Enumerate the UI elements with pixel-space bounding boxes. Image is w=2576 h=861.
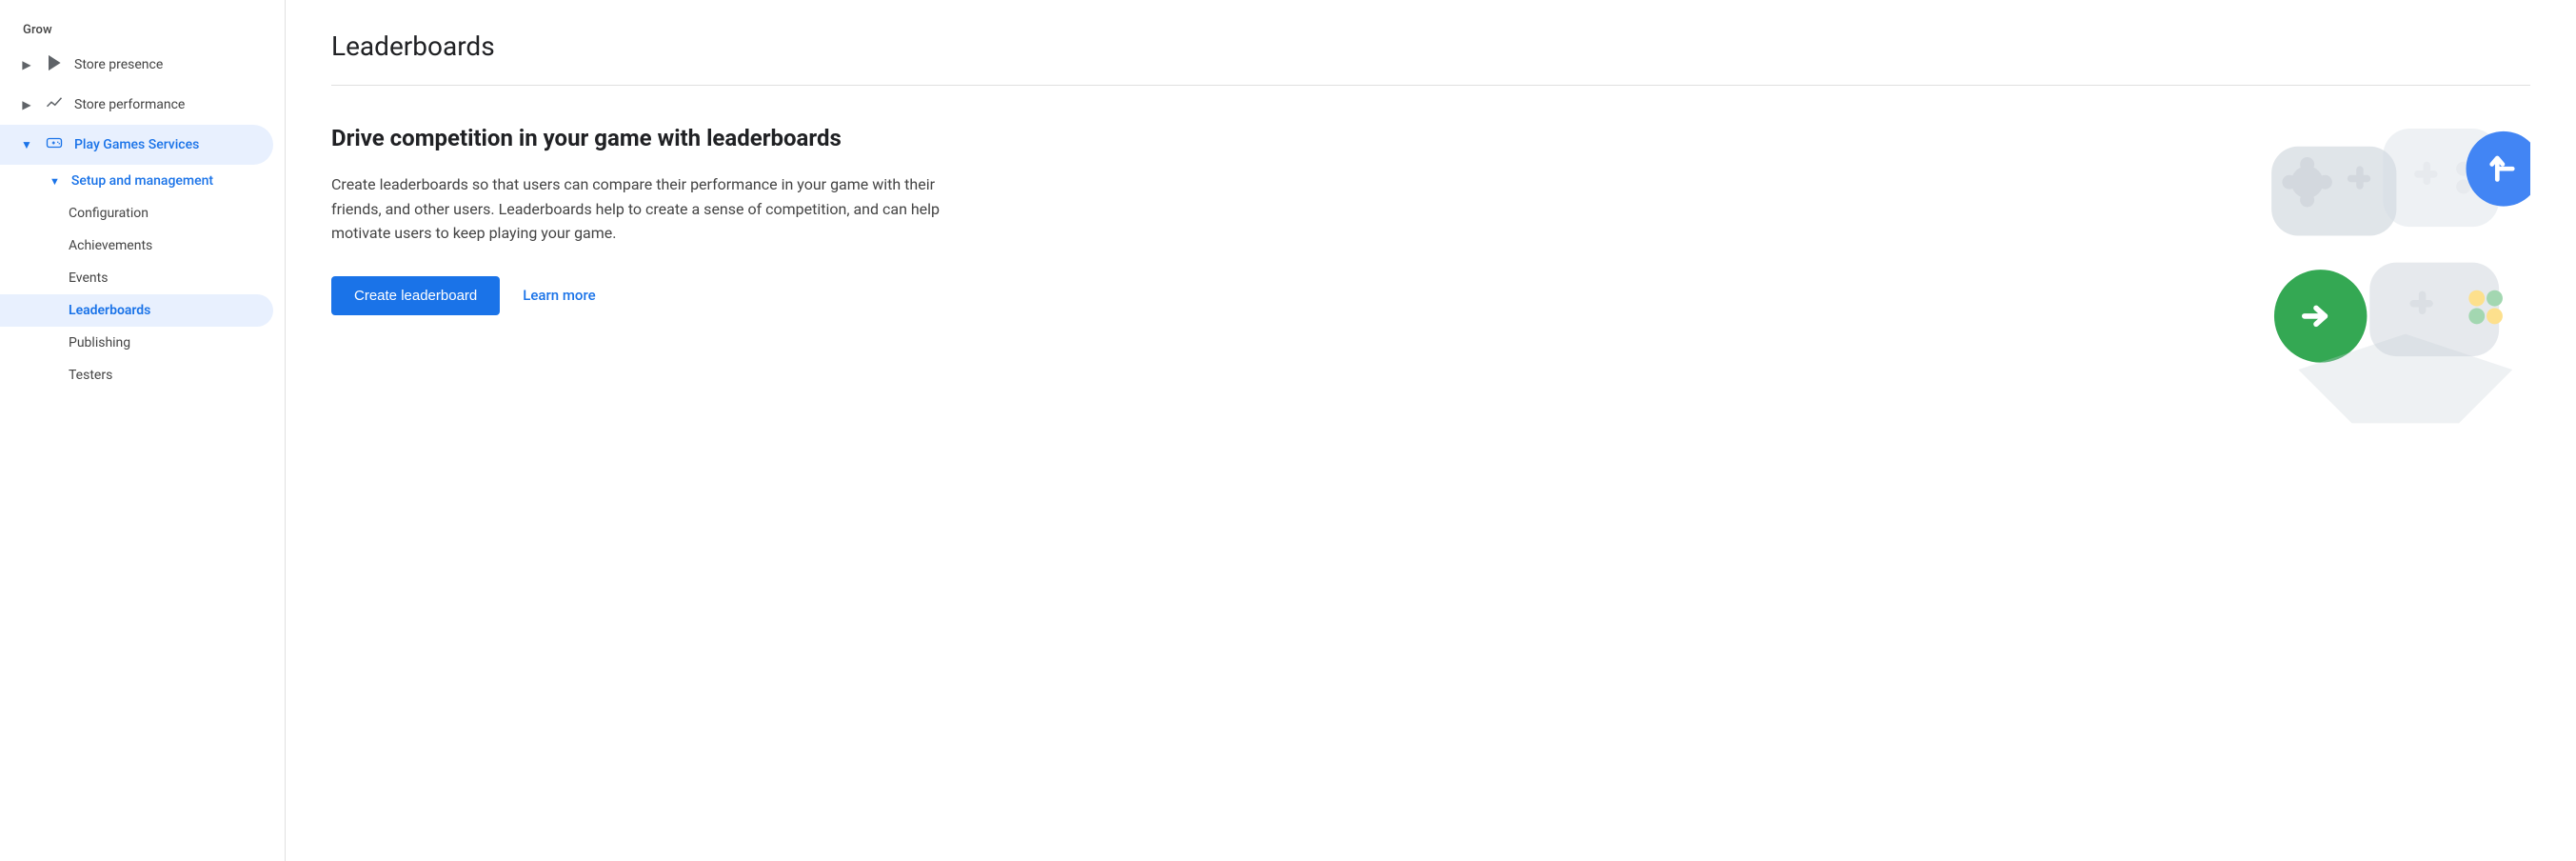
- store-presence-icon: [46, 54, 63, 75]
- chevron-right-icon-perf: ▶: [19, 98, 34, 111]
- sidebar-subitem-setup-management[interactable]: ▼ Setup and management: [0, 165, 273, 197]
- chevron-down-icon-games: ▼: [19, 138, 34, 151]
- sidebar-subitem-setup-label: Setup and management: [71, 173, 213, 189]
- sidebar-subsubitem-testers[interactable]: Testers: [0, 359, 273, 391]
- sidebar-subsubitem-events[interactable]: Events: [0, 262, 273, 294]
- create-leaderboard-button[interactable]: Create leaderboard: [331, 276, 500, 315]
- actions: Create leaderboard Learn more: [331, 276, 941, 315]
- sidebar-item-play-games[interactable]: ▼ Play Games Services: [0, 125, 273, 165]
- sidebar-subsubitem-configuration[interactable]: Configuration: [0, 197, 273, 230]
- text-section: Drive competition in your game with lead…: [331, 124, 941, 315]
- chevron-down-setup-icon: ▼: [50, 175, 60, 188]
- content-area: Drive competition in your game with lead…: [331, 124, 2530, 438]
- store-performance-icon: [46, 94, 63, 115]
- sidebar-item-store-presence[interactable]: ▶ Store presence: [0, 45, 273, 85]
- page-title: Leaderboards: [331, 30, 2530, 62]
- sidebar-subsubitem-publishing-label: Publishing: [69, 335, 130, 350]
- chevron-right-icon: ▶: [19, 58, 34, 71]
- sidebar-subsubitem-leaderboards-label: Leaderboards: [69, 303, 150, 318]
- promo-heading: Drive competition in your game with lead…: [331, 124, 941, 153]
- sidebar-item-store-performance[interactable]: ▶ Store performance: [0, 85, 273, 125]
- sidebar-subsubitem-leaderboards[interactable]: Leaderboards: [0, 294, 273, 327]
- divider: [331, 85, 2530, 86]
- promo-description: Create leaderboards so that users can co…: [331, 172, 941, 246]
- game-controller-illustration: [2245, 105, 2530, 438]
- sidebar-subsubitem-achievements[interactable]: Achievements: [0, 230, 273, 262]
- sidebar-section-grow: Grow: [0, 15, 285, 45]
- learn-more-link[interactable]: Learn more: [523, 287, 595, 304]
- sidebar-subsubitem-publishing[interactable]: Publishing: [0, 327, 273, 359]
- play-games-icon: [46, 134, 63, 155]
- illustration: [2245, 105, 2530, 438]
- sidebar-subsubitem-achievements-label: Achievements: [69, 238, 152, 253]
- sidebar-item-play-games-label: Play Games Services: [74, 137, 258, 152]
- sidebar-item-store-presence-label: Store presence: [74, 57, 258, 72]
- sidebar-subsubitem-configuration-label: Configuration: [69, 206, 149, 221]
- sidebar-subsubitem-events-label: Events: [69, 270, 108, 286]
- sidebar: Grow ▶ Store presence ▶ Store performanc…: [0, 0, 286, 861]
- sidebar-subsubitem-testers-label: Testers: [69, 368, 112, 383]
- sidebar-item-store-performance-label: Store performance: [74, 97, 258, 112]
- main-content: Leaderboards Drive competition in your g…: [286, 0, 2576, 861]
